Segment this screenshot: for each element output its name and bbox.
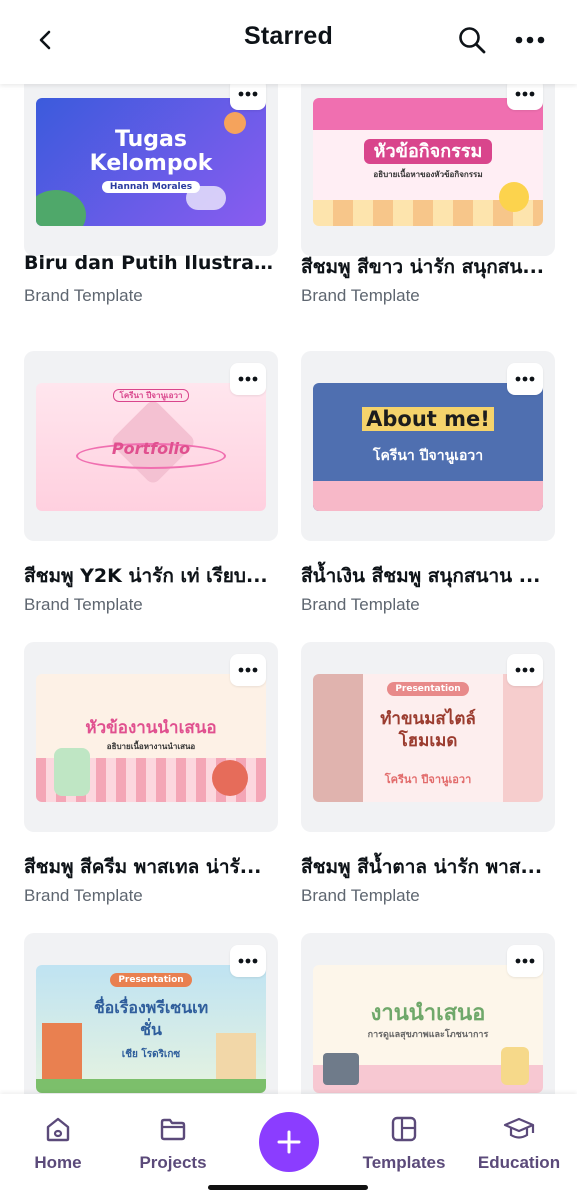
thumbnail-subtitle: การดูแลสุขภาพและโภชนาการ <box>367 1030 489 1040</box>
more-options-button[interactable] <box>230 654 266 686</box>
thumbnail-image: งานนำเสนอ การดูแลสุขภาพและโภชนาการ <box>313 965 543 1093</box>
thumbnail-title: About me! <box>362 407 494 431</box>
starred-grid: Tugas Kelompok Hannah Morales Biru dan P… <box>0 84 577 1094</box>
nav-education-label: Education <box>477 1153 561 1172</box>
nav-templates-label: Templates <box>362 1153 446 1172</box>
template-thumbnail[interactable]: หัวข้องานนำเสนอ อธิบายเนื้อหางานนำเสนอ <box>24 642 278 832</box>
more-options-button[interactable] <box>510 20 550 60</box>
thumbnail-image: Tugas Kelompok Hannah Morales <box>36 98 266 226</box>
nav-projects-label: Projects <box>139 1153 207 1172</box>
thumbnail-image: About me! โครีนา ปีจานูเอวา <box>313 383 543 511</box>
more-icon <box>515 91 535 97</box>
more-options-button[interactable] <box>507 945 543 977</box>
thumbnail-subtitle: โครีนา ปีจานูเอวา <box>384 773 472 786</box>
nav-templates[interactable]: Templates <box>349 1114 459 1173</box>
more-icon <box>515 376 535 382</box>
thumbnail-image: หัวข้อกิจกรรม อธิบายเนื้อหาของหัวข้อกิจก… <box>313 98 543 226</box>
thumbnail-subtitle: อธิบายเนื้อหางานนำเสนอ <box>106 742 196 751</box>
folder-icon <box>160 1118 186 1141</box>
template-type: Brand Template <box>24 286 143 305</box>
template-thumbnail[interactable]: About me! โครีนา ปีจานูเอวา <box>301 351 555 541</box>
thumbnail-title: Portfolio <box>111 439 191 458</box>
thumbnail-subtitle: เชีย โรดริเกซ <box>121 1049 181 1060</box>
template-thumbnail[interactable]: Tugas Kelompok Hannah Morales <box>24 84 278 256</box>
more-icon <box>238 91 258 97</box>
thumbnail-title: งานนำเสนอ <box>370 1001 486 1026</box>
template-title[interactable]: สีน้ำเงิน สีชมพู สนุกสนาน ... <box>301 561 555 591</box>
thumbnail-badge: Presentation <box>387 682 469 696</box>
template-title[interactable]: สีชมพู สีครีม พาสเทล น่ารั... <box>24 852 278 882</box>
thumbnail-image: โครีนา ปีจานูเอวา Portfolio <box>36 383 266 511</box>
template-title[interactable]: สีชมพู สีขาว น่ารัก สนุกสน... <box>301 252 555 282</box>
thumbnail-subtitle: อธิบายเนื้อหาของหัวข้อกิจกรรม <box>373 170 483 179</box>
thumbnail-subtitle: โครีนา ปีจานูเอวา <box>112 389 190 402</box>
template-thumbnail[interactable]: Presentation ทำขนมสไตล์โฮมเมด โครีนา ปีจ… <box>301 642 555 832</box>
nav-home[interactable]: Home <box>3 1114 113 1173</box>
thumbnail-title: ทำขนมสไตล์โฮมเมด <box>380 709 476 751</box>
more-options-button[interactable] <box>230 945 266 977</box>
search-icon <box>459 27 486 54</box>
thumbnail-subtitle: Hannah Morales <box>101 181 201 193</box>
template-title[interactable]: Biru dan Putih Ilustrasi ... <box>24 252 278 274</box>
top-bar: Starred <box>0 0 577 84</box>
nav-projects[interactable]: Projects <box>118 1114 228 1173</box>
thumbnail-badge: Presentation <box>110 973 192 987</box>
thumbnail-image: Presentation ทำขนมสไตล์โฮมเมด โครีนา ปีจ… <box>313 674 543 802</box>
template-thumbnail[interactable]: หัวข้อกิจกรรม อธิบายเนื้อหาของหัวข้อกิจก… <box>301 84 555 256</box>
more-icon <box>238 667 258 673</box>
template-thumbnail[interactable]: Presentation ชื่อเรื่องพรีเซนเทชั่น เชีย… <box>24 933 278 1094</box>
thumbnail-image: หัวข้องานนำเสนอ อธิบายเนื้อหางานนำเสนอ <box>36 674 266 802</box>
template-thumbnail[interactable]: โครีนา ปีจานูเอวา Portfolio <box>24 351 278 541</box>
template-type: Brand Template <box>24 886 143 905</box>
more-icon <box>238 376 258 382</box>
more-icon <box>515 36 545 44</box>
template-title[interactable]: สีชมพู Y2K น่ารัก เท่ เรียบ... <box>24 561 278 591</box>
templates-icon <box>391 1116 417 1142</box>
graduation-cap-icon <box>503 1117 535 1139</box>
thumbnail-title: ชื่อเรื่องพรีเซนเทชั่น <box>93 998 209 1039</box>
create-button[interactable] <box>259 1112 319 1172</box>
more-options-button[interactable] <box>507 84 543 110</box>
home-icon <box>46 1117 70 1142</box>
thumbnail-title: หัวข้อกิจกรรม <box>363 139 493 164</box>
more-options-button[interactable] <box>507 363 543 395</box>
thumbnail-image: Presentation ชื่อเรื่องพรีเซนเทชั่น เชีย… <box>36 965 266 1093</box>
home-indicator <box>208 1185 368 1190</box>
template-title[interactable]: สีชมพู สีน้ำตาล น่ารัก พาส... <box>301 852 555 882</box>
more-options-button[interactable] <box>230 363 266 395</box>
more-options-button[interactable] <box>507 654 543 686</box>
search-button[interactable] <box>452 20 492 60</box>
thumbnail-title: หัวข้องานนำเสนอ <box>85 718 217 738</box>
template-type: Brand Template <box>301 286 420 305</box>
template-type: Brand Template <box>301 886 420 905</box>
more-icon <box>515 958 535 964</box>
thumbnail-title: Tugas Kelompok <box>89 127 213 176</box>
more-options-button[interactable] <box>230 84 266 110</box>
nav-education[interactable]: Education <box>464 1114 574 1173</box>
thumbnail-subtitle: โครีนา ปีจานูเอวา <box>372 448 484 464</box>
template-type: Brand Template <box>24 595 143 614</box>
more-icon <box>515 667 535 673</box>
more-icon <box>238 958 258 964</box>
template-thumbnail[interactable]: งานนำเสนอ การดูแลสุขภาพและโภชนาการ <box>301 933 555 1094</box>
nav-home-label: Home <box>34 1153 82 1172</box>
plus-icon <box>277 1130 301 1154</box>
template-type: Brand Template <box>301 595 420 614</box>
